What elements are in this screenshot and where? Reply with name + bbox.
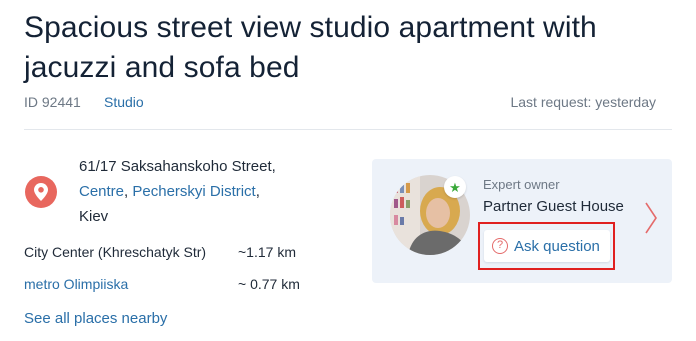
ask-question-button[interactable]: ? Ask question xyxy=(484,230,610,262)
listing-type-link[interactable]: Studio xyxy=(104,94,144,110)
last-request: Last request: yesterday xyxy=(510,94,656,110)
location-pin-icon xyxy=(25,176,57,208)
divider xyxy=(24,129,672,130)
district-link[interactable]: Pecherskyi District xyxy=(132,183,255,200)
see-all-places-link[interactable]: See all places nearby xyxy=(24,310,167,327)
chevron-right-icon[interactable] xyxy=(644,201,658,235)
address-street: 61/17 Saksahanskoho Street, xyxy=(79,158,276,175)
distance-label-city-center: City Center (Khreschatyk Str) xyxy=(24,244,207,260)
address: 61/17 Saksahanskoho Street, Centre, Pech… xyxy=(79,154,276,229)
distance-value-city-center: ~1.17 km xyxy=(238,244,296,260)
star-icon: ★ xyxy=(444,176,466,198)
owner-label: Expert owner xyxy=(483,177,560,192)
address-city: Kiev xyxy=(79,208,109,225)
ask-question-label: Ask question xyxy=(514,237,600,255)
owner-name: Partner Guest House xyxy=(483,198,624,215)
question-circle-icon: ? xyxy=(492,238,508,254)
owner-card: ★ Expert owner Partner Guest House ? Ask… xyxy=(372,159,672,283)
distance-value-metro: ~ 0.77 km xyxy=(238,276,300,292)
address-suffix: , xyxy=(255,183,260,200)
address-district-line: Centre, Pecherskyi District, xyxy=(79,179,276,204)
distance-label-metro[interactable]: metro Olimpiiska xyxy=(24,276,128,292)
listing-title: Spacious street view studio apartment wi… xyxy=(24,11,597,84)
listing-id: ID 92441 xyxy=(24,94,81,110)
area-link[interactable]: Centre xyxy=(79,183,124,200)
